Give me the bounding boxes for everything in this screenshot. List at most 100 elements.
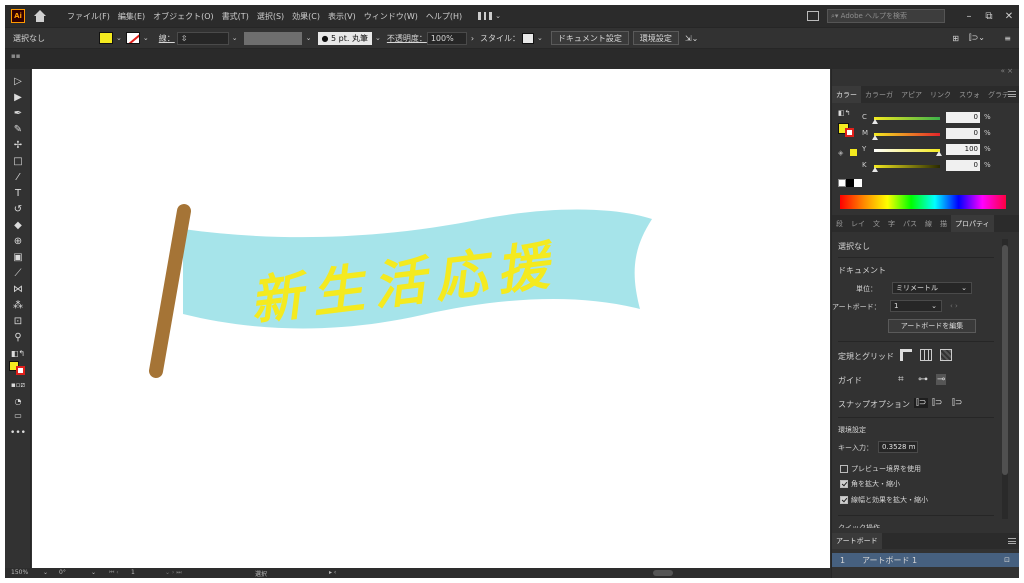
artboard-nav-arrows[interactable]: ‹ › [950,302,958,310]
menu-type[interactable]: 書式(T) [218,11,253,22]
home-icon[interactable] [33,10,47,22]
eraser-tool-icon[interactable]: ◆ [11,219,25,232]
scrollbar-thumb[interactable] [1002,245,1008,475]
gamut-swatch[interactable] [850,149,857,156]
color-fill-stroke[interactable]: ◧↰ [838,109,858,137]
arrange-documents-icon[interactable] [807,11,819,21]
fill-stroke-indicator[interactable] [9,361,27,375]
black-value[interactable]: 0 [946,160,980,171]
draw-mode-icon[interactable]: ◔ [11,395,25,408]
preferences-button[interactable]: 環境設定 [632,31,679,45]
snap-icon[interactable]: ⫿⊃⌄ [969,33,985,43]
minimize-button[interactable]: – [959,11,979,22]
opacity-label[interactable]: 不透明度： [387,33,427,44]
profile-dropdown-icon[interactable]: ⌄ [306,34,312,42]
stroke-weight-dropdown-icon[interactable]: ⌄ [232,34,238,42]
tab-links[interactable]: リンク [926,90,955,100]
tab-stroke[interactable]: 線 [921,219,936,229]
blend-tool-icon[interactable]: ⋈ [11,283,25,296]
none-swatch[interactable] [838,179,846,187]
artboards-menu-icon[interactable] [1008,538,1016,544]
menu-window[interactable]: ウィンドウ(W) [360,11,422,22]
tab-color-guide[interactable]: カラーガ [861,90,897,100]
grid-icon[interactable] [920,349,932,361]
zoom-tool-icon[interactable]: ⚲ [11,331,25,344]
properties-scrollbar[interactable] [1002,239,1008,519]
tab-layers[interactable]: レイ [847,219,869,229]
graphic-style-swatch[interactable] [522,32,535,44]
color-mode-icon[interactable]: ▪▫⧄ [11,379,25,392]
tab-align[interactable]: 描 [936,219,951,229]
menu-view[interactable]: 表示(V) [324,11,360,22]
snap-to-glyph-icon[interactable]: ⫿⊃ [952,398,962,408]
artboard-options-icon[interactable]: ⊡ [1004,556,1010,564]
next-artboard-icon[interactable]: ⌄ › ⏭ [165,569,182,577]
opacity-input[interactable]: 100% [426,31,467,45]
magenta-track[interactable] [874,133,940,136]
zoom-dropdown-icon[interactable]: ⌄ [43,569,48,576]
control-menu-icon[interactable]: ≡ [1004,34,1011,43]
brush-definition[interactable]: ● 5 pt. 丸筆 [317,31,372,45]
scale-strokes-checkbox[interactable] [840,496,848,504]
restore-button[interactable]: ⧉ [979,11,999,22]
flag-pole[interactable] [149,204,191,378]
transparency-grid-icon[interactable] [940,349,952,361]
black-swatch[interactable] [846,179,854,187]
yellow-thumb[interactable] [936,151,942,156]
black-track[interactable] [874,165,940,168]
tab-type[interactable]: 文 [869,219,884,229]
arrange-icon[interactable]: ⊞ [952,34,959,43]
workspace-layout-icon[interactable] [478,12,493,20]
symbol-sprayer-tool-icon[interactable]: ⁂ [11,299,25,312]
screen-mode-icon[interactable]: ▭ [11,409,25,422]
tab-character[interactable]: 字 [884,219,899,229]
close-button[interactable]: ✕ [999,11,1019,22]
artboard-nav-number[interactable]: 1 [131,569,135,576]
menu-effect[interactable]: 効果(C) [288,11,324,22]
artboard-canvas[interactable]: 新生活応援 [32,69,830,568]
lock-guides-icon[interactable]: ⊸ [936,374,947,385]
units-dropdown[interactable]: ミリメートル ⌄ [892,282,972,294]
snap-to-point-icon[interactable]: ⫿⊃ [914,398,929,408]
yellow-value[interactable]: 100 [946,144,980,155]
chevron-down-icon[interactable]: ⌄ [495,12,501,20]
rotate-tool-icon[interactable]: ↺ [11,203,25,216]
cyan-thumb[interactable] [872,119,878,124]
preview-bounds-checkbox[interactable] [840,465,848,473]
stroke-label[interactable]: 線： [159,33,175,44]
cyan-value[interactable]: 0 [946,112,980,123]
document-setup-button[interactable]: ドキュメント設定 [550,31,629,45]
color-spectrum[interactable] [840,195,1006,209]
show-guides-icon[interactable]: ⌗ [898,374,904,385]
scale-corners-checkbox[interactable] [840,480,848,488]
tab-color[interactable]: カラー [832,86,861,103]
out-of-gamut-icon[interactable]: ◈ [838,149,843,157]
artboard-tool-icon[interactable]: ⊡ [11,315,25,328]
edit-artboard-button[interactable]: アートボードを編集 [888,319,976,333]
magenta-value[interactable]: 0 [946,128,980,139]
menu-select[interactable]: 選択(S) [253,11,288,22]
fill-dropdown-icon[interactable]: ⌄ [116,34,122,42]
anchor-point-tool-icon[interactable]: ✢ [11,139,25,152]
swap-icon[interactable]: ◧↰ [838,109,850,117]
black-thumb[interactable] [872,167,878,172]
rotation-dropdown-icon[interactable]: ⌄ [91,569,96,576]
menu-object[interactable]: オブジェクト(O) [149,11,218,22]
tab-pathfinder[interactable]: パス [899,219,921,229]
status-arrows-icon[interactable]: ▸ ‹ [329,569,336,576]
style-dropdown-icon[interactable]: ⌄ [537,34,543,42]
stroke-dropdown-icon[interactable]: ⌄ [143,34,149,42]
snap-to-pixel-icon[interactable]: ⫿⊃ [932,398,942,408]
tab-properties[interactable]: プロパティ [951,215,994,232]
menu-edit[interactable]: 編集(E) [114,11,149,22]
tab-swatches[interactable]: スウォ [955,90,984,100]
key-increment-input[interactable]: 0.3528 m [878,441,918,453]
zoom-level[interactable]: 150% [11,569,28,576]
ruler-icon[interactable] [900,349,912,361]
fill-swatch[interactable] [99,32,113,44]
paintbrush-tool-icon[interactable]: ⁄ [11,171,25,184]
stroke-weight-input[interactable]: ⇳ [176,31,229,45]
first-artboard-icon[interactable]: ⏮ ‹ [109,569,119,577]
grip-icon[interactable]: ▪▪ [11,52,21,60]
variable-width-profile[interactable] [243,31,302,45]
